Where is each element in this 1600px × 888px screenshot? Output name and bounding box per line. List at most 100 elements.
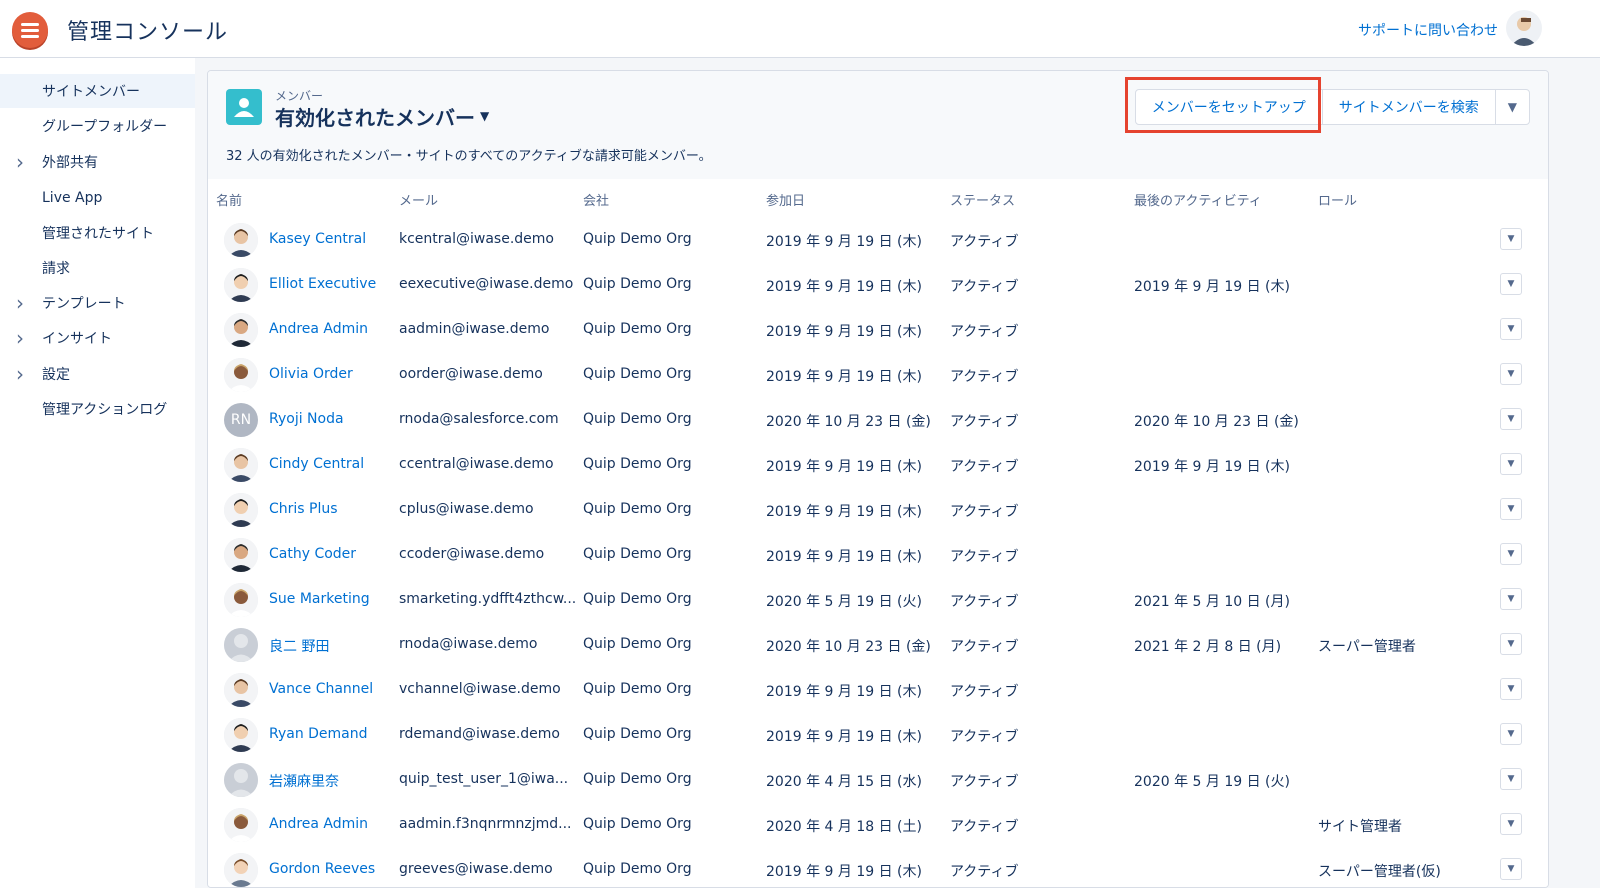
- cell-email: eexecutive@iwase.demo: [399, 276, 574, 292]
- table-header: 名前 メール 会社 参加日 ステータス 最後のアクティビティ ロール: [208, 179, 1548, 218]
- member-avatar: [224, 223, 258, 257]
- chevron-right-icon[interactable]: ›: [16, 326, 24, 350]
- sidebar-item[interactable]: › 設定: [0, 357, 195, 391]
- chevron-right-icon[interactable]: ›: [16, 291, 24, 315]
- table-row[interactable]: RN Ryoji Noda rnoda@salesforce.com Quip Dem…: [208, 397, 1548, 443]
- row-actions-dropdown-icon[interactable]: ▼: [1500, 318, 1522, 340]
- column-header[interactable]: ロール: [1318, 190, 1357, 209]
- member-name-link[interactable]: Vance Channel: [269, 681, 373, 697]
- column-header[interactable]: メール: [399, 190, 438, 209]
- sidebar-item[interactable]: Live App: [0, 181, 195, 215]
- table-row[interactable]: 岩瀬麻里奈 quip_test_user_1@iwa... Quip Demo Or…: [208, 757, 1548, 803]
- cell-email: rdemand@iwase.demo: [399, 726, 560, 742]
- cell-joined: 2020 年 10 月 23 日 (金): [766, 639, 931, 655]
- sidebar-item[interactable]: › テンプレート: [0, 286, 195, 320]
- member-name-link[interactable]: 岩瀬麻里奈: [269, 771, 339, 791]
- member-name-link[interactable]: Andrea Admin: [269, 321, 368, 337]
- table-row[interactable]: Vance Channel vchannel@iwase.demo Quip Dem…: [208, 667, 1548, 713]
- member-name-link[interactable]: Sue Marketing: [269, 591, 370, 607]
- row-actions-dropdown-icon[interactable]: ▼: [1500, 633, 1522, 655]
- sidebar-item[interactable]: サイトメンバー: [0, 74, 195, 108]
- column-header[interactable]: 参加日: [766, 190, 805, 209]
- member-name-link[interactable]: Kasey Central: [269, 231, 366, 247]
- more-actions-dropdown-icon[interactable]: ▼: [1496, 90, 1529, 124]
- row-actions-dropdown-icon[interactable]: ▼: [1500, 723, 1522, 745]
- member-name-link[interactable]: Cathy Coder: [269, 546, 356, 562]
- sidebar-item[interactable]: 請求: [0, 251, 195, 285]
- row-actions-dropdown-icon[interactable]: ▼: [1500, 678, 1522, 700]
- table-row[interactable]: Elliot Executive eexecutive@iwase.demo Qui…: [208, 262, 1548, 308]
- cell-status: アクティブ: [950, 279, 1019, 295]
- table-row[interactable]: Ryan Demand rdemand@iwase.demo Quip Demo O…: [208, 712, 1548, 758]
- row-actions-dropdown-icon[interactable]: ▼: [1500, 228, 1522, 250]
- cell-company: Quip Demo Org: [583, 366, 692, 382]
- search-members-button[interactable]: サイトメンバーを検索: [1323, 90, 1496, 124]
- table-row[interactable]: Kasey Central kcentral@iwase.demo Quip Dem…: [208, 217, 1548, 263]
- member-name-link[interactable]: Cindy Central: [269, 456, 364, 472]
- chevron-right-icon[interactable]: ›: [16, 362, 24, 386]
- sidebar-item[interactable]: 管理アクションログ: [0, 392, 195, 426]
- chevron-right-icon[interactable]: ›: [16, 150, 24, 174]
- cell-company: Quip Demo Org: [583, 321, 692, 337]
- row-actions-dropdown-icon[interactable]: ▼: [1500, 273, 1522, 295]
- cell-status: アクティブ: [950, 819, 1019, 835]
- cell-company: Quip Demo Org: [583, 591, 692, 607]
- row-actions-dropdown-icon[interactable]: ▼: [1500, 768, 1522, 790]
- member-name-link[interactable]: Andrea Admin: [269, 816, 368, 832]
- row-actions-dropdown-icon[interactable]: ▼: [1500, 453, 1522, 475]
- sidebar-item[interactable]: 管理されたサイト: [0, 216, 195, 250]
- view-summary: 32 人の有効化されたメンバー・サイトのすべてのアクティブな請求可能メンバー。: [226, 149, 712, 164]
- sidebar-item[interactable]: › インサイト: [0, 321, 195, 355]
- member-name-link[interactable]: 良二 野田: [269, 636, 329, 656]
- sidebar-item-label: 請求: [42, 261, 70, 277]
- cell-company: Quip Demo Org: [583, 771, 692, 787]
- members-card: メンバー 有効化されたメンバー ▼ 32 人の有効化されたメンバー・サイトのすべ…: [207, 70, 1549, 888]
- table-row[interactable]: Gordon Reeves greeves@iwase.demo Quip Demo…: [208, 847, 1548, 887]
- support-link[interactable]: サポートに問い合わせ: [1358, 20, 1498, 40]
- member-name-link[interactable]: Elliot Executive: [269, 276, 376, 292]
- table-row[interactable]: Sue Marketing smarketing.ydfft4zthcw... Qu…: [208, 577, 1548, 623]
- table-row[interactable]: Cindy Central ccentral@iwase.demo Quip Dem…: [208, 442, 1548, 488]
- member-name-link[interactable]: Ryan Demand: [269, 726, 368, 742]
- row-actions-dropdown-icon[interactable]: ▼: [1500, 408, 1522, 430]
- table-row[interactable]: 良二 野田 rnoda@iwase.demo Quip Demo Org 2020 年…: [208, 622, 1548, 668]
- cell-company: Quip Demo Org: [583, 411, 692, 427]
- column-header[interactable]: 会社: [583, 190, 609, 209]
- table-row[interactable]: Andrea Admin aadmin.f3nqnrmnzjmd... Quip D…: [208, 802, 1548, 848]
- column-header[interactable]: 最後のアクティビティ: [1134, 190, 1262, 209]
- table-row[interactable]: Andrea Admin aadmin@iwase.demo Quip Demo O…: [208, 307, 1548, 353]
- row-actions-dropdown-icon[interactable]: ▼: [1500, 498, 1522, 520]
- row-actions-dropdown-icon[interactable]: ▼: [1500, 363, 1522, 385]
- column-header[interactable]: 名前: [216, 190, 242, 209]
- cell-joined: 2019 年 9 月 19 日 (木): [766, 864, 922, 880]
- cell-last: 2019 年 9 月 19 日 (木): [1134, 279, 1290, 295]
- row-actions-dropdown-icon[interactable]: ▼: [1500, 543, 1522, 565]
- user-avatar[interactable]: [1506, 10, 1542, 46]
- row-actions-dropdown-icon[interactable]: ▼: [1500, 588, 1522, 610]
- quip-logo-icon[interactable]: [12, 12, 48, 48]
- cell-status: アクティブ: [950, 594, 1019, 610]
- table-row[interactable]: Chris Plus cplus@iwase.demo Quip Demo Org 2…: [208, 487, 1548, 533]
- row-actions-dropdown-icon[interactable]: ▼: [1500, 813, 1522, 835]
- member-name-link[interactable]: Ryoji Noda: [269, 411, 344, 427]
- cell-status: アクティブ: [950, 324, 1019, 340]
- sidebar-item[interactable]: グループフォルダー: [0, 109, 195, 143]
- cell-joined: 2019 年 9 月 19 日 (木): [766, 504, 922, 520]
- row-actions-dropdown-icon[interactable]: ▼: [1500, 858, 1522, 880]
- table-row[interactable]: Cathy Coder ccoder@iwase.demo Quip Demo Or…: [208, 532, 1548, 578]
- member-name-link[interactable]: Chris Plus: [269, 501, 338, 517]
- view-switcher-caret-icon[interactable]: ▼: [480, 109, 489, 123]
- column-header[interactable]: ステータス: [950, 190, 1015, 209]
- cell-company: Quip Demo Org: [583, 861, 692, 877]
- member-name-link[interactable]: Olivia Order: [269, 366, 353, 382]
- sidebar-item[interactable]: › 外部共有: [0, 145, 195, 179]
- cell-joined: 2019 年 9 月 19 日 (木): [766, 369, 922, 385]
- cell-joined: 2019 年 9 月 19 日 (木): [766, 549, 922, 565]
- table-row[interactable]: Olivia Order oorder@iwase.demo Quip Demo O…: [208, 352, 1548, 398]
- cell-email: rnoda@iwase.demo: [399, 636, 538, 652]
- cell-status: アクティブ: [950, 864, 1019, 880]
- member-name-link[interactable]: Gordon Reeves: [269, 861, 375, 877]
- cell-email: aadmin.f3nqnrmnzjmd...: [399, 816, 572, 832]
- cell-email: kcentral@iwase.demo: [399, 231, 554, 247]
- view-title[interactable]: 有効化されたメンバー: [275, 102, 475, 131]
